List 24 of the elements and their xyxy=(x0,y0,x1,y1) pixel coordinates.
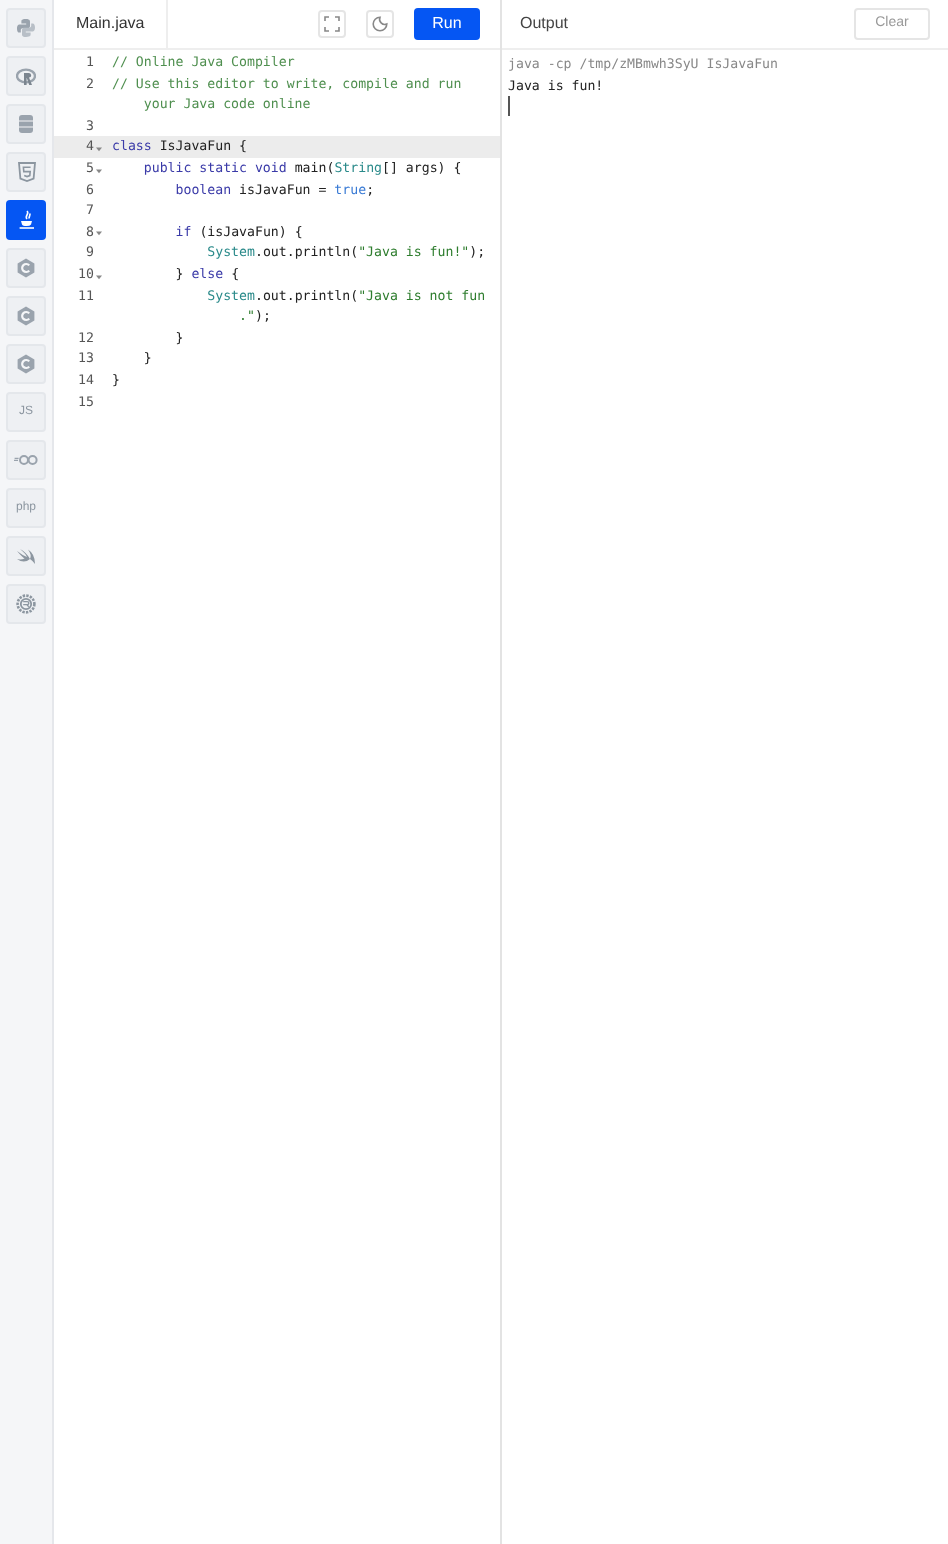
fullscreen-button[interactable] xyxy=(318,10,346,38)
theme-button[interactable] xyxy=(366,10,394,38)
database-icon xyxy=(18,114,34,134)
language-button[interactable] xyxy=(6,56,46,96)
hexagon-c-icon xyxy=(16,306,36,326)
language-button[interactable] xyxy=(6,152,46,192)
coffee-cup-icon xyxy=(17,210,35,230)
r-logo-icon xyxy=(16,67,36,85)
python-icon xyxy=(16,18,36,38)
moon-icon xyxy=(372,16,388,32)
language-button[interactable] xyxy=(6,536,46,576)
bird-icon xyxy=(16,547,36,565)
fullscreen-icon xyxy=(324,16,340,32)
shield-icon xyxy=(17,162,35,182)
hexagon-c-icon xyxy=(16,258,36,278)
language-button[interactable] xyxy=(6,584,46,624)
output-title: Output xyxy=(520,12,569,36)
run-button[interactable]: Run xyxy=(414,8,480,40)
language-button[interactable] xyxy=(6,200,46,240)
file-tab[interactable]: Main.java xyxy=(54,0,169,48)
text-cursor xyxy=(508,96,510,117)
gear-icon xyxy=(16,594,36,614)
go-logo-icon xyxy=(14,454,38,466)
hexagon-c-icon xyxy=(16,354,36,374)
